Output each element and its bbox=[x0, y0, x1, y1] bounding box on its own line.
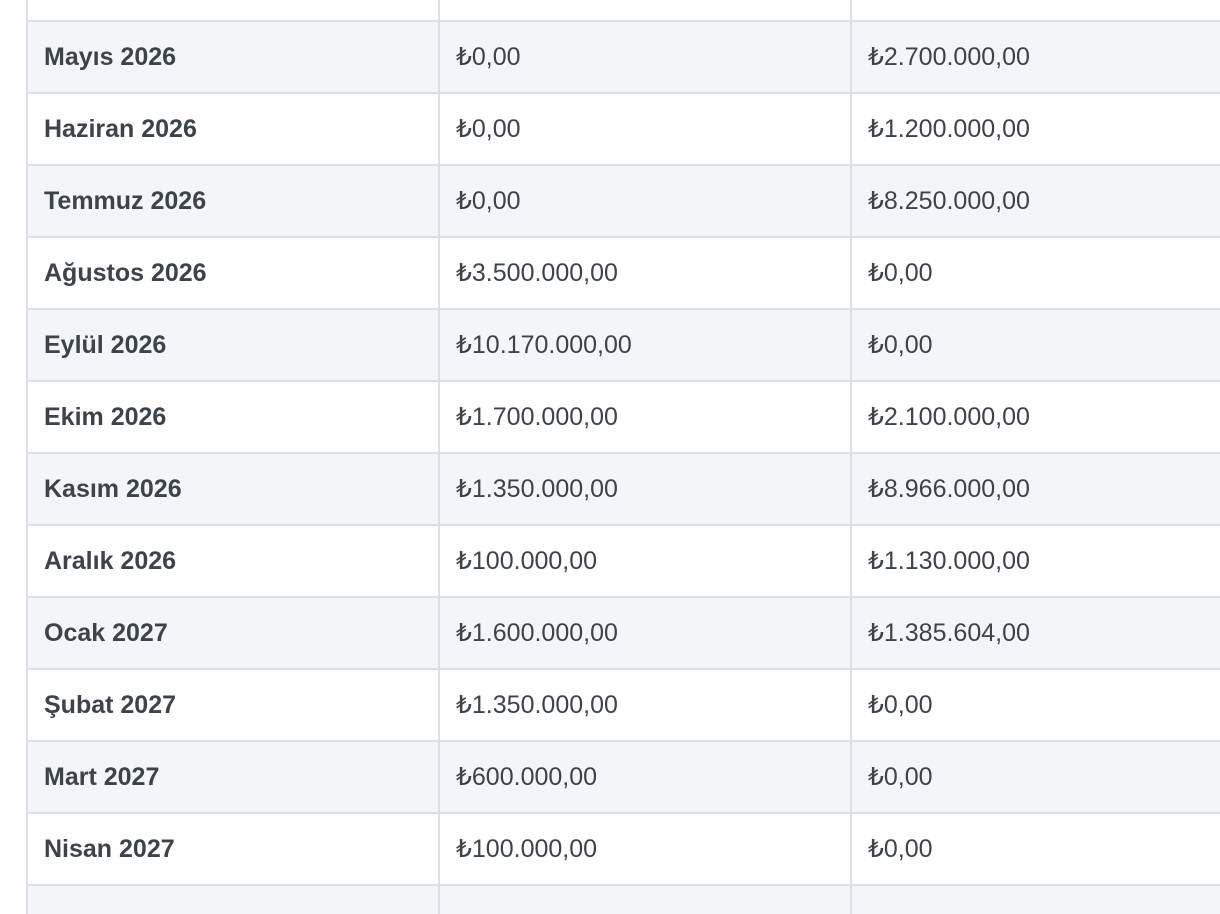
month-cell: Nisan 2027 bbox=[27, 813, 440, 886]
month-cell: Eylül 2026 bbox=[27, 309, 440, 382]
amount-cell: ₺0,00 bbox=[851, 237, 1220, 310]
month-cell: Haziran 2026 bbox=[27, 93, 440, 166]
month-cell: Mayıs 2026 bbox=[27, 21, 440, 94]
amount-cell: ₺0,00 bbox=[851, 813, 1220, 886]
amount-cell: ₺0,00 bbox=[851, 741, 1220, 814]
table-row: Mayıs 2026 ₺0,00 ₺2.700.000,00 bbox=[27, 21, 1220, 94]
amount-cell: ₺600.000,00 bbox=[439, 741, 852, 814]
amount-cell: ₺0,00 bbox=[439, 93, 852, 166]
month-cell bbox=[27, 0, 440, 22]
table-row: Şubat 2027 ₺1.350.000,00 ₺0,00 bbox=[27, 669, 1220, 742]
month-cell: Ağustos 2026 bbox=[27, 237, 440, 310]
amount-cell: ₺2.700.000,00 bbox=[851, 21, 1220, 94]
table-row: Mart 2027 ₺600.000,00 ₺0,00 bbox=[27, 741, 1220, 814]
amount-cell: ₺3.500.000,00 bbox=[439, 237, 852, 310]
amount-cell: ₺1.350.000,00 bbox=[439, 453, 852, 526]
table-row: Ekim 2026 ₺1.700.000,00 ₺2.100.000,00 bbox=[27, 381, 1220, 454]
table-row bbox=[27, 885, 1220, 914]
table-row: Haziran 2026 ₺0,00 ₺1.200.000,00 bbox=[27, 93, 1220, 166]
amount-cell: ₺0,00 bbox=[851, 669, 1220, 742]
amount-cell: ₺1.600.000,00 bbox=[439, 597, 852, 670]
table-row: Eylül 2026 ₺10.170.000,00 ₺0,00 bbox=[27, 309, 1220, 382]
monthly-amounts-table: Mayıs 2026 ₺0,00 ₺2.700.000,00 Haziran 2… bbox=[26, 0, 1220, 914]
amount-cell: ₺100.000,00 bbox=[439, 525, 852, 598]
table-viewport: Mayıs 2026 ₺0,00 ₺2.700.000,00 Haziran 2… bbox=[0, 0, 1220, 914]
amount-cell: ₺8.966.000,00 bbox=[851, 453, 1220, 526]
amount-cell: ₺10.170.000,00 bbox=[439, 309, 852, 382]
table-row: Temmuz 2026 ₺0,00 ₺8.250.000,00 bbox=[27, 165, 1220, 238]
table-row bbox=[27, 0, 1220, 22]
amount-cell: ₺0,00 bbox=[439, 165, 852, 238]
amount-cell: ₺1.700.000,00 bbox=[439, 381, 852, 454]
amount-cell: ₺8.250.000,00 bbox=[851, 165, 1220, 238]
month-cell: Kasım 2026 bbox=[27, 453, 440, 526]
amount-cell: ₺1.385.604,00 bbox=[851, 597, 1220, 670]
month-cell: Ekim 2026 bbox=[27, 381, 440, 454]
amount-cell bbox=[439, 0, 852, 22]
month-cell: Temmuz 2026 bbox=[27, 165, 440, 238]
table-row: Kasım 2026 ₺1.350.000,00 ₺8.966.000,00 bbox=[27, 453, 1220, 526]
amount-cell: ₺0,00 bbox=[439, 21, 852, 94]
amount-cell: ₺1.200.000,00 bbox=[851, 93, 1220, 166]
amount-cell: ₺0,00 bbox=[851, 309, 1220, 382]
table-row: Nisan 2027 ₺100.000,00 ₺0,00 bbox=[27, 813, 1220, 886]
table-row: Ağustos 2026 ₺3.500.000,00 ₺0,00 bbox=[27, 237, 1220, 310]
table-row: Aralık 2026 ₺100.000,00 ₺1.130.000,00 bbox=[27, 525, 1220, 598]
table-row: Ocak 2027 ₺1.600.000,00 ₺1.385.604,00 bbox=[27, 597, 1220, 670]
amount-cell: ₺1.130.000,00 bbox=[851, 525, 1220, 598]
amount-cell: ₺100.000,00 bbox=[439, 813, 852, 886]
month-cell: Ocak 2027 bbox=[27, 597, 440, 670]
month-cell: Mart 2027 bbox=[27, 741, 440, 814]
amount-cell: ₺2.100.000,00 bbox=[851, 381, 1220, 454]
month-cell: Şubat 2027 bbox=[27, 669, 440, 742]
month-cell: Aralık 2026 bbox=[27, 525, 440, 598]
month-cell bbox=[27, 885, 440, 914]
amount-cell: ₺1.350.000,00 bbox=[439, 669, 852, 742]
amount-cell bbox=[439, 885, 852, 914]
amount-cell bbox=[851, 0, 1220, 22]
amount-cell bbox=[851, 885, 1220, 914]
